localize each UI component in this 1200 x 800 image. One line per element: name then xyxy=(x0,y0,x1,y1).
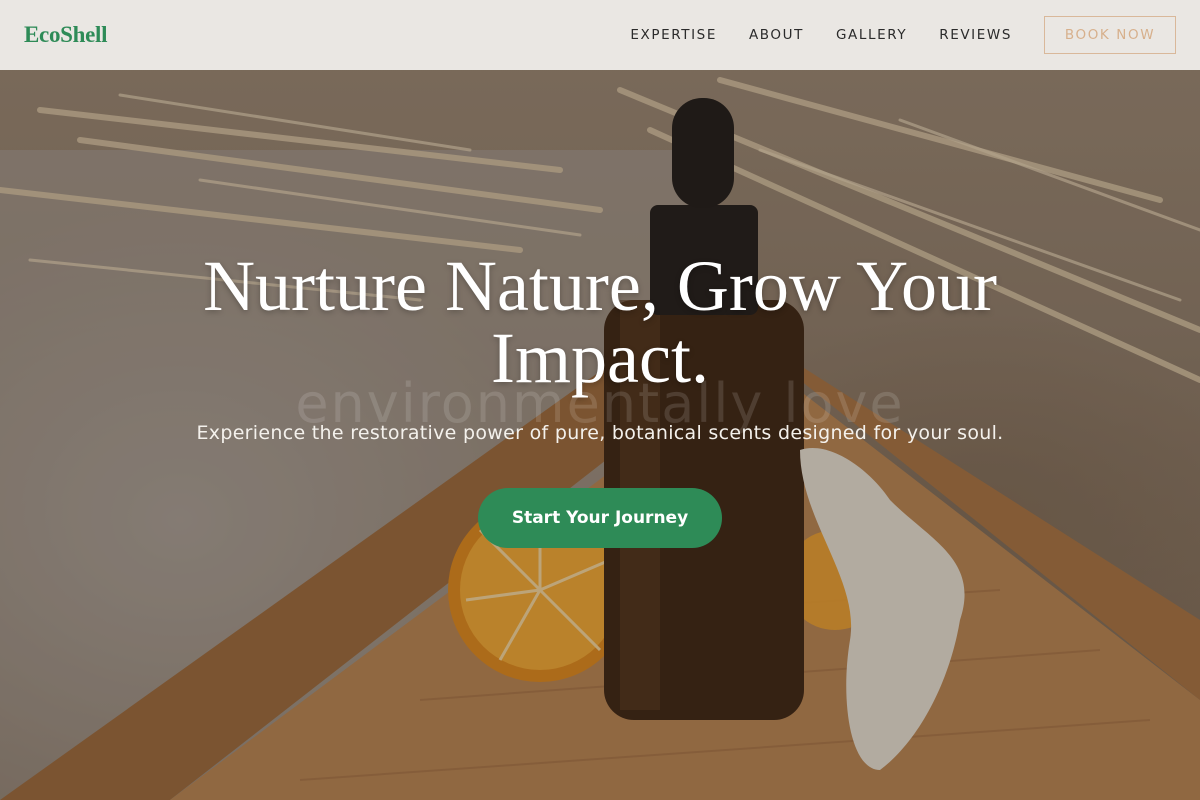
nav-link-reviews[interactable]: REVIEWS xyxy=(939,27,1012,43)
nav-links: EXPERTISE ABOUT GALLERY REVIEWS xyxy=(630,27,1012,43)
start-journey-button[interactable]: Start Your Journey xyxy=(478,488,722,548)
nav-link-expertise[interactable]: EXPERTISE xyxy=(630,27,717,43)
brand-logo[interactable]: EcoShell xyxy=(24,22,108,48)
top-navigation-bar: EcoShell EXPERTISE ABOUT GALLERY REVIEWS… xyxy=(0,0,1200,70)
nav-link-gallery[interactable]: GALLERY xyxy=(836,27,907,43)
book-now-button[interactable]: BOOK NOW xyxy=(1044,16,1176,54)
nav-link-about[interactable]: ABOUT xyxy=(749,27,804,43)
hero-section: Nurture Nature, Grow Your Impact. enviro… xyxy=(0,0,1200,800)
hero-subtitle: Experience the restorative power of pure… xyxy=(196,422,1004,444)
